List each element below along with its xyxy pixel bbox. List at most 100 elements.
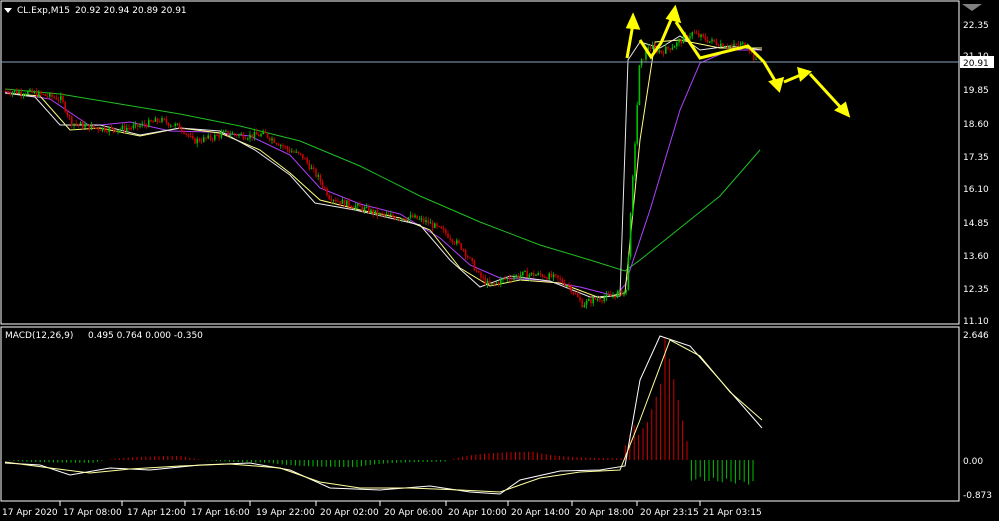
candle-body — [5, 91, 7, 93]
time-label: 20 Apr 18:00 — [575, 508, 634, 518]
candle-body — [126, 127, 128, 131]
candle-body — [335, 200, 337, 202]
chart-scroll-marker-icon[interactable] — [962, 4, 982, 11]
candle-body — [104, 127, 106, 132]
candle-body — [207, 135, 209, 139]
candle-body — [148, 120, 150, 127]
candle-body — [11, 92, 14, 95]
candle-body — [42, 94, 44, 96]
candle-body — [295, 151, 297, 153]
candle-body — [605, 294, 608, 298]
candle-body — [62, 95, 64, 103]
candle-body — [706, 40, 709, 43]
price-tick: 12.35 — [963, 285, 989, 295]
candle-body — [264, 131, 267, 134]
candle-body — [755, 59, 757, 61]
candle-body — [203, 137, 205, 142]
candle-body — [53, 96, 55, 98]
candle-body — [504, 278, 506, 280]
candle-body — [535, 274, 537, 276]
candle-body — [324, 187, 326, 189]
candle-body — [143, 123, 146, 126]
candle-body — [192, 135, 194, 139]
candle-body — [280, 145, 282, 147]
candle-body — [601, 300, 603, 302]
candle-body — [95, 127, 97, 129]
candle-body — [269, 137, 271, 141]
candle-body — [46, 95, 49, 97]
trading-chart[interactable]: CL.Exp,M15 20.92 20.94 20.89 20.91 MACD(… — [0, 0, 999, 521]
candle-body — [579, 297, 581, 301]
candle-body — [462, 249, 465, 251]
candle-body — [379, 213, 381, 216]
candle-body — [709, 41, 711, 43]
candle-body — [704, 36, 707, 41]
candle-body — [445, 229, 447, 234]
candle-body — [691, 32, 693, 37]
candle-body — [273, 138, 275, 143]
candle-body — [293, 151, 295, 153]
candle-body — [568, 285, 570, 287]
candle-body — [524, 270, 526, 272]
candle-body — [271, 138, 273, 141]
candle-body — [205, 137, 207, 139]
candle-body — [185, 133, 187, 135]
candle-body — [244, 138, 247, 140]
candle-body — [29, 89, 31, 92]
candle-body — [407, 217, 410, 221]
candle-body — [713, 39, 715, 42]
ma-long-line — [4, 88, 761, 272]
candle-body — [515, 275, 517, 278]
macd-label: MACD(12,26,9) — [5, 331, 73, 341]
candle-body — [665, 46, 667, 54]
candle-body — [165, 119, 168, 123]
candle-body — [24, 94, 27, 96]
candle-body — [478, 270, 480, 273]
candle-body — [82, 122, 84, 128]
candle-body — [218, 135, 220, 138]
candle-body — [548, 273, 550, 280]
candle-body — [101, 127, 104, 131]
macd-tick: -0.873 — [963, 491, 992, 501]
candle-body — [20, 91, 22, 95]
candle-body — [682, 36, 685, 44]
candle-body — [610, 294, 612, 297]
candle-body — [414, 215, 416, 218]
candle-body — [607, 294, 610, 296]
candle-body — [508, 277, 511, 279]
candle-body — [739, 43, 742, 46]
candle-body — [550, 273, 553, 278]
candle-body — [365, 206, 368, 208]
candle-body — [394, 216, 396, 220]
candle-body — [616, 292, 619, 298]
candle-body — [159, 121, 161, 123]
candle-body — [420, 218, 423, 220]
candle-body — [497, 282, 500, 285]
candle-body — [722, 43, 724, 47]
candle-body — [592, 297, 594, 304]
candle-body — [469, 257, 471, 259]
candle-body — [449, 237, 451, 240]
candle-body — [262, 131, 264, 134]
candle-body — [612, 295, 614, 297]
candle-body — [288, 149, 291, 152]
candle-body — [302, 154, 304, 159]
time-label: 17 Apr 16:00 — [191, 508, 250, 518]
candle-body — [726, 46, 729, 48]
candle-body — [326, 188, 328, 196]
candle-body — [632, 176, 634, 214]
candle-body — [51, 93, 53, 97]
candle-body — [112, 127, 115, 131]
candle-body — [231, 133, 234, 135]
candle-body — [214, 134, 216, 140]
candle-body — [220, 132, 223, 138]
candle-body — [464, 249, 467, 256]
candle-body — [16, 90, 18, 94]
ma-fast-line — [4, 35, 763, 298]
symbol-dropdown-icon[interactable] — [4, 8, 12, 13]
candle-body — [49, 93, 51, 97]
price-tick: 13.60 — [963, 252, 989, 262]
time-label: 20 Apr 02:00 — [320, 508, 379, 518]
candle-body — [313, 167, 315, 169]
candle-body — [460, 243, 462, 250]
